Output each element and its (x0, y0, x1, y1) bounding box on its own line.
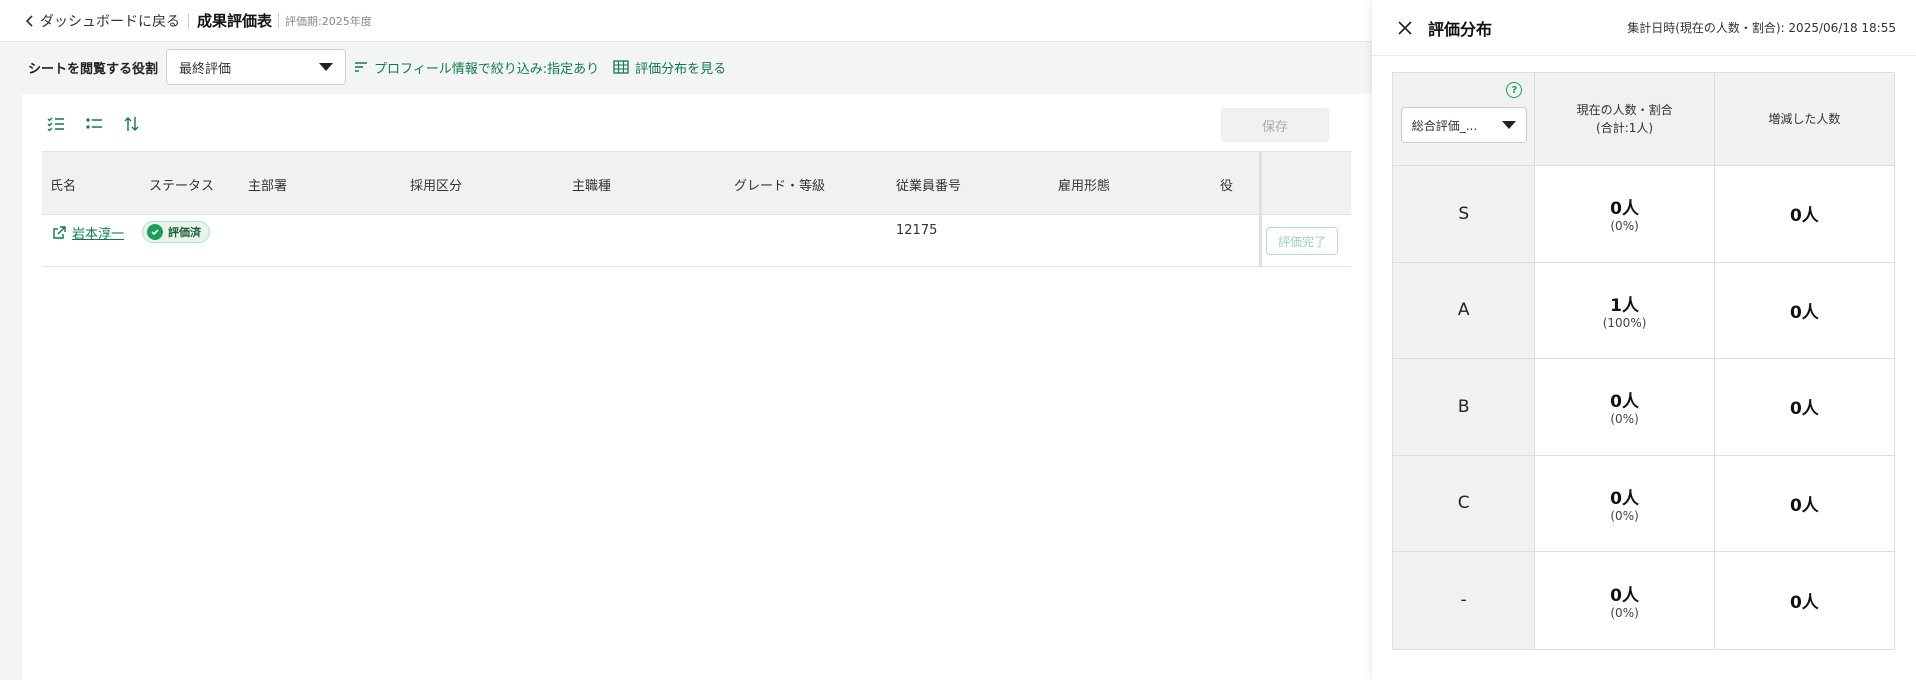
distribution-row: S 0人 (0%) 0人 (1393, 166, 1894, 263)
column-header-department[interactable]: 主部署 (248, 152, 287, 216)
grade-label: C (1457, 493, 1470, 514)
distribution-row: A 1人 (100%) 0人 (1393, 262, 1894, 359)
distribution-row: - 0人 (0%) 0人 (1393, 552, 1894, 649)
caret-down-icon (1501, 121, 1516, 129)
current-count: 0人 (1610, 199, 1639, 220)
column-header-status[interactable]: ステータス (149, 152, 214, 216)
grade-label: S (1458, 203, 1470, 224)
change-count: 0人 (1789, 495, 1819, 516)
filter-row: シートを閲覧する役割 最終評価 プロフィール情報で絞り込み:指定あり 評価分布を… (0, 42, 1372, 92)
employee-name-link[interactable]: 岩本淳一 (52, 223, 124, 242)
caret-down-icon (319, 63, 334, 71)
sheet-card: 保存 氏名 ステータス 主部署 採用区分 主職種 グレード・等級 従業員番号 雇… (22, 94, 1372, 680)
grade-label: A (1457, 300, 1470, 321)
grade-label: B (1457, 396, 1470, 417)
current-percent: (0%) (1610, 412, 1639, 427)
view-distribution-link[interactable]: 評価分布を見る (613, 58, 726, 77)
column-header-employment-type[interactable]: 雇用形態 (1058, 152, 1110, 216)
distribution-header-row: ? 総合評価_... 現在の人数・割合 (合計:1人) 増減した人数 (1393, 73, 1894, 166)
current-percent: (0%) (1610, 605, 1639, 620)
current-count-header: 現在の人数・割合 (1576, 103, 1673, 117)
current-count: 0人 (1610, 392, 1639, 413)
grid-table-icon (613, 60, 629, 74)
aggregation-date: 集計日時(現在の人数・割合): 2025/06/18 18:55 (1627, 21, 1896, 35)
role-label: シートを閲覧する役割 (28, 61, 159, 77)
change-count: 0人 (1789, 206, 1819, 227)
check-circle-icon (147, 224, 163, 240)
action-column-header (1262, 151, 1351, 215)
profile-filter-label: プロフィール情報で絞り込み:指定あり (374, 61, 600, 77)
page-title: 成果評価表 (197, 12, 273, 30)
current-count: 0人 (1610, 488, 1639, 509)
sort-icon[interactable] (122, 114, 142, 134)
column-header-grade[interactable]: グレード・等級 (734, 152, 825, 216)
filter-icon (355, 62, 368, 72)
change-count: 0人 (1789, 399, 1819, 420)
profile-filter-link[interactable]: プロフィール情報で絞り込み:指定あり (354, 58, 599, 77)
change-count: 0人 (1789, 302, 1819, 323)
current-count: 1人 (1610, 295, 1639, 316)
column-header-employee-number[interactable]: 従業員番号 (896, 152, 961, 216)
back-label: ダッシュボードに戻る (40, 13, 180, 30)
table-header: 氏名 ステータス 主部署 採用区分 主職種 グレード・等級 従業員番号 雇用形態… (42, 151, 1351, 215)
table-row: 岩本淳一 評価済 12175 (42, 215, 1351, 267)
distribution-row: B 0人 (0%) 0人 (1393, 359, 1894, 456)
evaluation-period: 評価期:2025年度 (278, 12, 372, 29)
close-icon[interactable] (1398, 20, 1412, 35)
external-link-icon (53, 225, 66, 239)
view-distribution-label: 評価分布を見る (635, 61, 727, 77)
current-percent: (100%) (1602, 315, 1647, 330)
current-percent: (0%) (1610, 219, 1639, 234)
distribution-table: ? 総合評価_... 現在の人数・割合 (合計:1人) 増減した人数 S 0人(… (1392, 72, 1895, 650)
panel-title: 評価分布 (1428, 19, 1493, 39)
evaluation-item-value: 総合評価_... (1411, 118, 1478, 133)
status-badge: 評価済 (142, 221, 210, 243)
change-count: 0人 (1789, 592, 1819, 613)
column-header-hiring-type[interactable]: 採用区分 (410, 152, 462, 216)
role-select[interactable]: 最終評価 (166, 49, 347, 85)
column-header-role[interactable]: 役 (1220, 152, 1233, 216)
table-toolbar (46, 114, 142, 134)
evaluation-item-select[interactable]: 総合評価_... (1400, 107, 1527, 143)
employee-name: 岩本淳一 (72, 227, 125, 242)
distribution-panel: 評価分布 集計日時(現在の人数・割合): 2025/06/18 18:55 ? … (1372, 0, 1916, 680)
current-percent: (0%) (1610, 508, 1639, 523)
status-text: 評価済 (168, 226, 201, 239)
action-column: 評価完了 (1259, 151, 1351, 267)
bullet-list-icon[interactable] (84, 114, 104, 134)
distribution-row: C 0人 (0%) 0人 (1393, 455, 1894, 552)
complete-evaluation-button[interactable]: 評価完了 (1266, 227, 1338, 255)
employee-number: 12175 (896, 223, 938, 238)
help-icon[interactable]: ? (1506, 82, 1523, 98)
change-header: 増減した人数 (1768, 112, 1841, 126)
checklist-icon[interactable] (46, 114, 66, 134)
column-header-name[interactable]: 氏名 (50, 152, 76, 216)
column-header-job-type[interactable]: 主職種 (572, 152, 611, 216)
grade-label: - (1460, 590, 1467, 611)
evaluation-table: 氏名 ステータス 主部署 採用区分 主職種 グレード・等級 従業員番号 雇用形態… (42, 151, 1351, 267)
save-button[interactable]: 保存 (1221, 108, 1329, 142)
current-total: (合計:1人) (1596, 121, 1654, 135)
chevron-left-icon (25, 14, 33, 27)
top-bar: ダッシュボードに戻る 成果評価表 評価期:2025年度 (0, 0, 1372, 42)
role-select-value: 最終評価 (179, 61, 232, 77)
back-to-dashboard-link[interactable]: ダッシュボードに戻る (24, 11, 180, 31)
divider (188, 12, 189, 29)
current-count: 0人 (1610, 585, 1639, 606)
